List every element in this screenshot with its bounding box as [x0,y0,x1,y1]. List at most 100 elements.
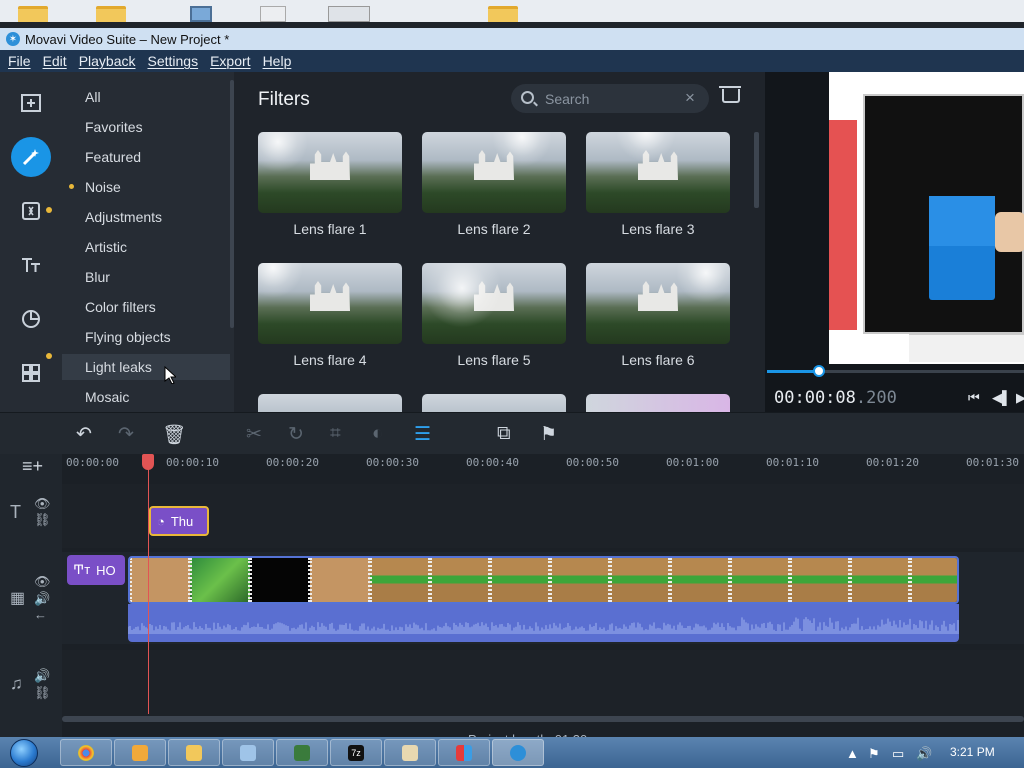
cut-icon[interactable]: ✂ [246,423,262,446]
category-scrollbar[interactable] [230,80,234,328]
volume-icon[interactable]: 🔊 [34,668,50,684]
category-flying-objects[interactable]: Flying objects [62,324,230,350]
titles-button[interactable] [11,245,51,285]
filter-card[interactable]: Lens flare 1 [258,132,402,237]
redo-icon[interactable]: ↷ [118,423,134,446]
previous-frame-icon[interactable]: ◀▌ [992,390,1011,406]
link-icon[interactable]: ⛓ [34,685,51,701]
taskbar-app-7zip[interactable]: 7z [330,739,382,766]
category-noise[interactable]: Noise [62,174,230,200]
video-clip[interactable] [128,556,959,604]
filter-card[interactable]: Lens flare 3 [586,132,730,237]
marker-flag-icon[interactable]: ⚑ [540,423,557,446]
folder-icon[interactable] [488,6,518,22]
taskbar-app-monitor[interactable] [276,739,328,766]
transitions-button[interactable] [11,191,51,231]
taskbar-app-paint[interactable] [384,739,436,766]
start-button[interactable] [2,737,46,768]
action-center-flag-icon[interactable]: ⚑ [868,746,880,762]
clip-frame [190,558,250,602]
clock[interactable]: 3:21 PM [950,745,995,759]
cart-icon[interactable] [719,86,741,103]
taskbar-app-movavi[interactable] [492,739,544,766]
preview-video[interactable] [829,72,1024,364]
clip-properties-icon[interactable]: ☰ [414,423,431,446]
timeline-scrollbar[interactable] [62,716,1024,722]
menu-settings[interactable]: Settings [148,53,199,69]
taskbar-app-explorer[interactable] [168,739,220,766]
visibility-icon[interactable]: 👁 [34,574,51,590]
filter-card[interactable]: Lens flare 5 [422,263,566,368]
music-track[interactable] [62,650,1024,720]
preview-scrubber-handle[interactable] [813,365,825,377]
undo-icon[interactable]: ↶ [76,423,92,446]
tick-label: 00:01:30 [966,456,1019,469]
filter-thumbnail [586,394,730,412]
folder-icon[interactable] [18,6,48,22]
filters-button[interactable] [11,137,51,177]
stickers-button[interactable] [11,299,51,339]
filters-scrollbar[interactable] [754,132,759,208]
filter-card[interactable] [258,394,402,412]
title-clip[interactable]: Ͳт HO [67,555,125,585]
crop-icon[interactable]: ⌗ [330,423,341,445]
category-blur[interactable]: Blur [62,264,230,290]
visibility-icon[interactable]: 👁 [34,496,51,512]
computer-icon[interactable] [190,6,212,22]
menu-playback[interactable]: Playback [79,53,136,69]
menu-edit[interactable]: Edit [43,53,67,69]
search-input[interactable] [545,89,675,108]
audio-waveform[interactable] [128,604,959,642]
category-label: Featured [85,149,142,165]
tick-label: 00:01:10 [766,456,819,469]
drive-icon[interactable] [260,6,286,22]
category-favorites[interactable]: Favorites [62,114,230,140]
category-artistic[interactable]: Artistic [62,234,230,260]
folder-icon[interactable] [96,6,126,22]
link-icon[interactable]: ← [34,607,47,622]
clear-search-icon[interactable]: × [685,88,695,108]
volume-icon[interactable]: 🔊 [34,591,50,607]
window-icon[interactable] [328,6,370,22]
filter-card[interactable]: Lens flare 4 [258,263,402,368]
filter-card[interactable]: Lens flare 6 [586,263,730,368]
skip-to-start-icon[interactable]: ⏮ [968,390,980,406]
category-label: Color filters [85,299,156,315]
category-mosaic[interactable]: Mosaic [62,384,230,410]
search-box[interactable]: × [511,84,709,113]
timeline-ruler[interactable]: 00:00:00 00:00:10 00:00:20 00:00:30 00:0… [62,454,1024,480]
category-all[interactable]: All [62,84,230,110]
menu-export[interactable]: Export [210,53,250,69]
network-icon[interactable]: ▭ [892,746,904,762]
volume-icon[interactable]: 🔊 [916,746,932,762]
filter-thumbnail [586,263,730,344]
category-adjustments[interactable]: Adjustments [62,204,230,230]
taskbar-app-media[interactable] [114,739,166,766]
playhead-handle[interactable] [142,454,154,470]
taskbar-app-window[interactable] [222,739,274,766]
category-light-leaks[interactable]: Light leaks [62,354,230,380]
menu-file[interactable]: File [8,53,31,69]
clip-frame [850,558,910,602]
rotate-icon[interactable]: ↻ [288,423,304,446]
menu-help[interactable]: Help [263,53,292,69]
taskbar-app-chrome[interactable] [60,739,112,766]
category-color-filters[interactable]: Color filters [62,294,230,320]
color-adjust-icon[interactable]: ◐ [372,423,383,445]
taskbar-app-recorder[interactable] [438,739,490,766]
category-featured[interactable]: Featured [62,144,230,170]
play-icon[interactable]: ▶ [1016,390,1024,406]
link-icon[interactable]: ⛓ [34,512,51,528]
filter-card[interactable] [422,394,566,412]
title-track-icon: T [10,502,21,522]
show-hidden-icons-icon[interactable]: ▲ [846,746,859,761]
filter-card[interactable] [586,394,730,412]
more-tools-button[interactable] [11,353,51,393]
import-icon [21,94,41,112]
import-button[interactable] [11,83,51,123]
delete-icon[interactable]: 🗑 [162,423,186,447]
title-clip[interactable]: ◔ Thu [149,506,209,536]
add-track-icon[interactable]: ≡+ [22,456,43,477]
filter-card[interactable]: Lens flare 2 [422,132,566,237]
insert-media-icon[interactable]: ⧉ [497,423,511,445]
